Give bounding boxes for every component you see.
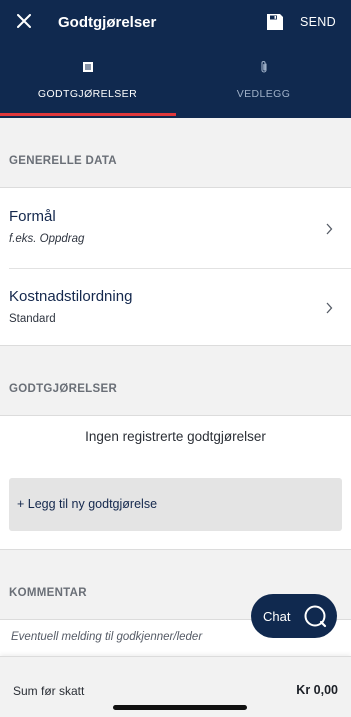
comment-placeholder[interactable]: Eventuell melding til godkjenner/leder bbox=[11, 631, 202, 643]
chat-label: Chat bbox=[263, 609, 291, 624]
empty-state-text: Ingen registrerte godtgjørelser bbox=[85, 429, 266, 444]
total-label: Sum før skatt bbox=[13, 684, 85, 698]
row-title: Kostnadstilordning bbox=[9, 288, 133, 305]
row-value: Standard bbox=[9, 313, 56, 325]
general-data-list: Formål f.eks. Oppdrag Kostnadstilordning… bbox=[0, 187, 351, 346]
list-item-kostnadstilordning[interactable]: Kostnadstilordning Standard bbox=[0, 268, 351, 347]
total-value: Kr 0,00 bbox=[296, 683, 338, 697]
save-button[interactable] bbox=[266, 13, 284, 31]
list-item-formal[interactable]: Formål f.eks. Oppdrag bbox=[0, 188, 351, 267]
add-allowance-button[interactable]: + Legg til ny godtgjørelse bbox=[9, 478, 342, 531]
add-allowance-label: + Legg til ny godtgjørelse bbox=[17, 497, 158, 511]
tab-label: GODTGJØRELSER bbox=[37, 88, 138, 100]
section-header-allowances: GODTGJØRELSER bbox=[9, 383, 118, 395]
send-button[interactable]: SEND bbox=[300, 15, 336, 29]
list-icon bbox=[82, 62, 93, 72]
home-indicator bbox=[113, 705, 247, 710]
chevron-right-icon bbox=[326, 223, 333, 235]
top-bar: Godtgjørelser SEND bbox=[0, 0, 351, 44]
row-value: f.eks. Oppdrag bbox=[9, 233, 85, 245]
tab-label: VEDLEGG bbox=[236, 88, 291, 100]
active-tab-indicator bbox=[0, 113, 176, 116]
paperclip-icon bbox=[260, 61, 267, 73]
chevron-right-icon bbox=[326, 302, 333, 314]
close-button[interactable] bbox=[14, 11, 34, 31]
row-title: Formål bbox=[9, 208, 56, 225]
section-header-general: GENERELLE DATA bbox=[9, 155, 117, 167]
tab-vedlegg[interactable]: VEDLEGG bbox=[176, 56, 351, 118]
save-icon bbox=[267, 14, 283, 30]
tab-godtgjorelser[interactable]: GODTGJØRELSER bbox=[0, 56, 175, 118]
app-header: Godtgjørelser SEND GODTGJØRELSER VEDLEGG bbox=[0, 0, 351, 118]
page-title: Godtgjørelser bbox=[58, 14, 157, 31]
chat-button[interactable]: Chat bbox=[251, 594, 337, 638]
close-icon bbox=[17, 14, 31, 28]
chat-icon bbox=[304, 605, 327, 628]
